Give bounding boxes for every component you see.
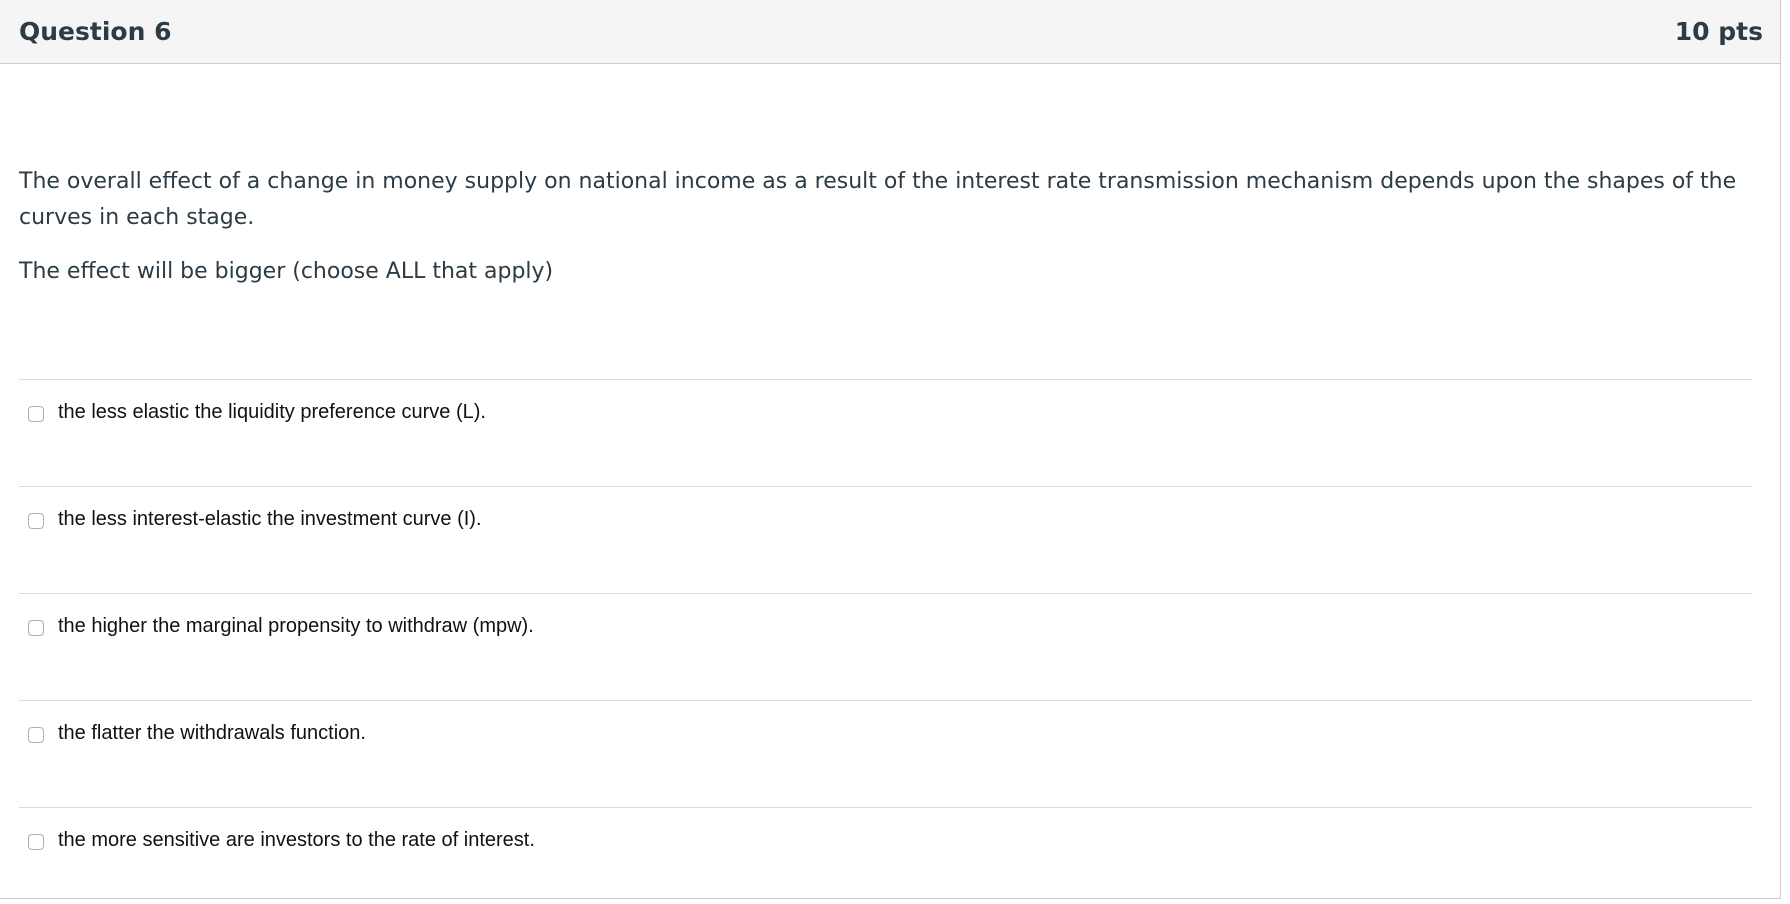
question-instruction: The effect will be bigger (choose ALL th…	[19, 259, 554, 284]
answer-checkbox[interactable]	[28, 406, 44, 422]
answer-option[interactable]: the higher the marginal propensity to wi…	[19, 593, 1752, 700]
question-header: Question 6 10 pts	[0, 0, 1780, 64]
question-card: Question 6 10 pts The overall effect of …	[0, 0, 1781, 899]
answer-checkbox[interactable]	[28, 834, 44, 850]
answer-option[interactable]: the less elastic the liquidity preferenc…	[19, 379, 1752, 486]
answer-checkbox[interactable]	[28, 727, 44, 743]
answer-label[interactable]: the less interest-elastic the investment…	[58, 505, 482, 533]
answer-option[interactable]: the flatter the withdrawals function.	[19, 700, 1752, 807]
answer-checkbox[interactable]	[28, 513, 44, 529]
answer-label[interactable]: the flatter the withdrawals function.	[58, 719, 366, 747]
answer-list: the less elastic the liquidity preferenc…	[19, 379, 1752, 899]
answer-label[interactable]: the less elastic the liquidity preferenc…	[58, 398, 486, 426]
answer-option[interactable]: the less interest-elastic the investment…	[19, 486, 1752, 593]
question-points: 10 pts	[1674, 17, 1763, 46]
answer-option[interactable]: the more sensitive are investors to the …	[19, 807, 1752, 899]
answer-label[interactable]: the more sensitive are investors to the …	[58, 826, 535, 854]
question-prompt: The overall effect of a change in money …	[19, 169, 1737, 230]
answer-label[interactable]: the higher the marginal propensity to wi…	[58, 612, 534, 640]
question-body: The overall effect of a change in money …	[0, 64, 1780, 290]
question-title: Question 6	[19, 17, 172, 46]
answer-checkbox[interactable]	[28, 620, 44, 636]
